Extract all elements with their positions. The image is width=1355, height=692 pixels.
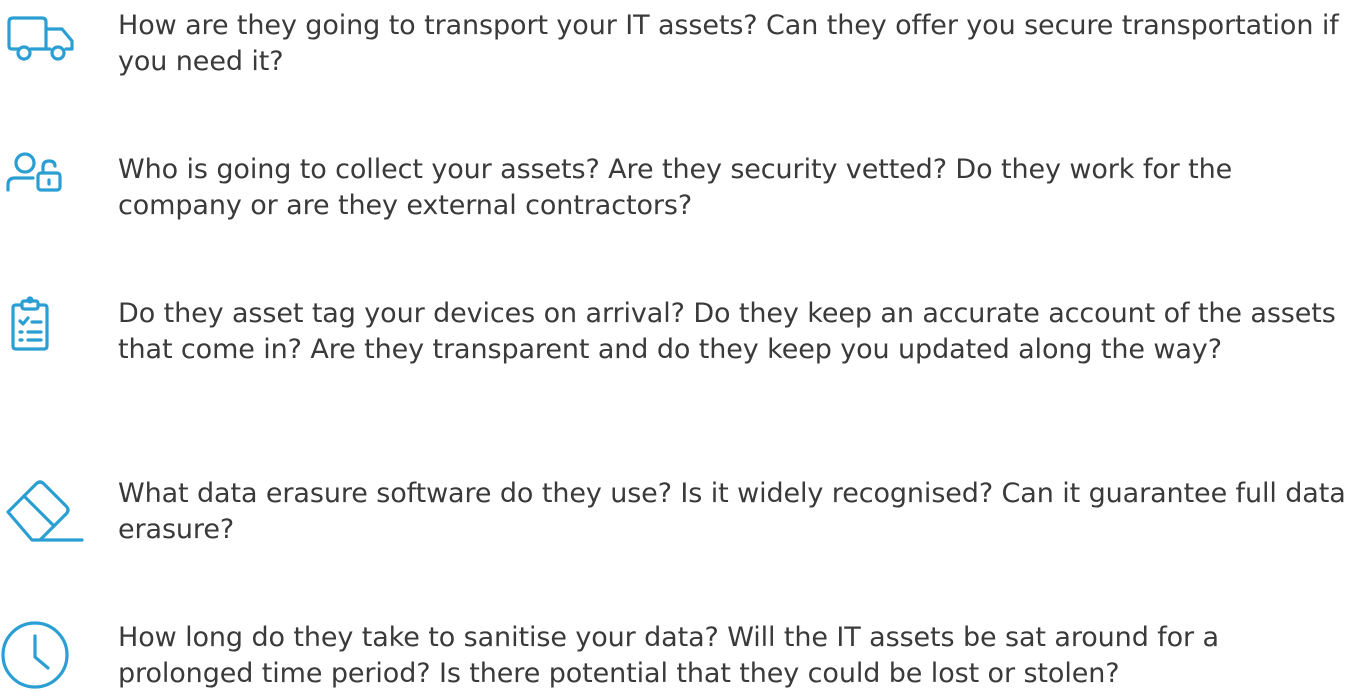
item-text: Who is going to collect your assets? Are… (118, 154, 1233, 221)
item-text: Do they asset tag your devices on arriva… (118, 298, 1336, 365)
eraser-icon (4, 476, 104, 546)
clipboard-checklist-icon (10, 296, 110, 352)
user-lock-icon (5, 152, 105, 192)
item-text: What data erasure software do they use? … (118, 478, 1346, 545)
truck-icon (6, 14, 106, 64)
clock-icon (0, 620, 100, 690)
item-text: How long do they take to sanitise your d… (118, 622, 1219, 689)
item-text: How are they going to transport your IT … (118, 10, 1339, 77)
